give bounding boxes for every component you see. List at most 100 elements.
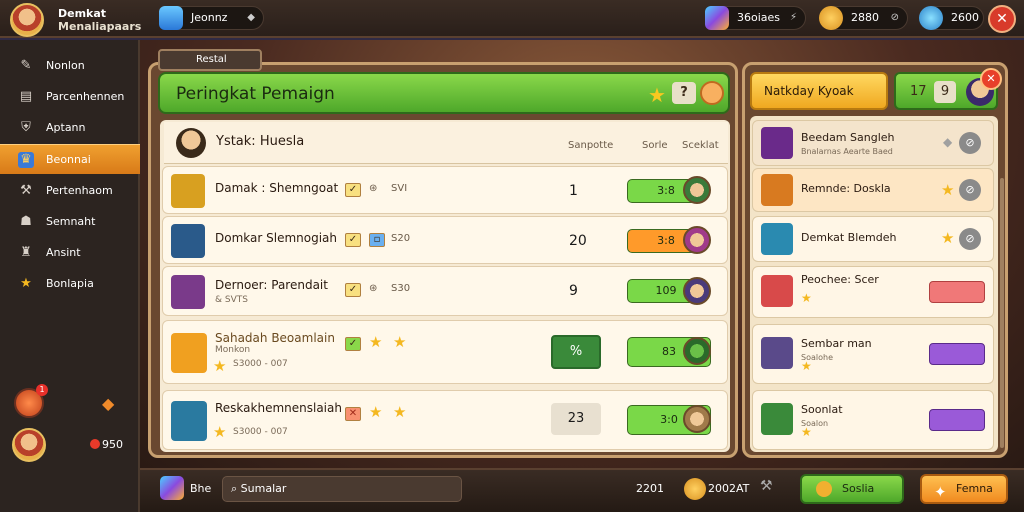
play-button[interactable]: ✦ Femna [920,474,1008,504]
cards-icon[interactable] [160,476,184,500]
table-row[interactable]: Sahadah Beoamlain Monkon ★ S3000 - 007 ✓… [162,320,728,384]
star-icon: ✦ [934,483,947,501]
sidebar-item-1[interactable]: ▤ Parcenhennen [0,82,140,112]
friend-action-button[interactable] [929,409,985,431]
resource-pill-label: Jeonnz [191,11,228,24]
profile-avatar[interactable] [12,428,46,462]
table-row[interactable]: Reskakhemnenslaiah ★ S3000 - 007 ✕ ★ ★ 2… [162,390,728,450]
cards-icon [159,6,183,30]
list-item[interactable]: Beedam Sangleh Bnalarnas Aearte Baed ◆ ⊘ [752,120,994,166]
gift-icon: ♜ [20,245,32,260]
player-stats: S3000 - 007 [233,359,288,369]
sidebar-item-label: Aptann [46,121,86,134]
gear-icon: ✎ [20,58,32,73]
table-row[interactable]: Dernoer: Parendait & SVTS ✓ ⊛ S30 9 109 [162,266,728,316]
friends-count: 17 [910,84,927,99]
star-icon: ★ [801,425,812,439]
close-icon[interactable]: ✕ [980,68,1002,90]
sidebar-item-label: Bonlapia [46,277,94,290]
player-meta: S20 [391,233,411,244]
rank-button[interactable]: 23 [551,403,601,435]
player-avatar[interactable] [10,3,44,37]
resource-pill-energy[interactable]: 2600 [919,6,984,30]
list-item[interactable]: Remnde: Doskla ★ ⊘ [752,168,994,212]
star-icon: ★ [941,181,955,199]
gem-icon: ◆ [943,135,953,149]
sidebar-item-label: Ansint [46,246,81,259]
table-row[interactable]: Domkar Slemnogiah ✓ ▫ S20 20 3:8 [162,216,728,264]
player-name: Dernoer: Parendait [215,278,328,292]
resource-pill-cards[interactable]: Jeonnz ◆ [159,6,264,30]
close-icon[interactable]: ✕ [988,5,1016,33]
star-icon: ★ [393,403,407,421]
compass-icon[interactable]: ⊘ [959,228,981,250]
sidebar-item-0[interactable]: ✎ Nonlon [0,51,140,81]
ruby-icon [90,439,100,449]
player-rank: 20 [569,233,587,249]
friends-tab[interactable]: Natkday Kyoak [750,72,888,110]
friend-name: Beedam Sangleh [801,131,895,144]
rank-button[interactable]: % [551,335,601,369]
list-item[interactable]: Sembar man Soalohe ★ [752,324,994,384]
emoji-icon[interactable] [700,81,724,105]
sidebar-item-label: Beonnai [46,153,91,166]
sidebar-item-4[interactable]: ⚒ Pertenhaom [0,176,140,206]
sidebar-coins: 950 [90,438,123,451]
sidebar-coins-value: 950 [102,438,123,451]
bottom-count: 2201 [636,482,664,495]
notification-button[interactable]: 1 [14,384,48,418]
lightning-icon: ⚡ [789,12,797,23]
gems-icon [705,6,729,30]
card-icon: ▫ [369,233,385,247]
friend-icon [761,337,793,369]
star-icon: ★ [369,403,383,421]
compass-icon[interactable]: ⊘ [959,179,981,201]
star-icon: ★ [213,357,227,375]
help-button[interactable]: ? [672,82,696,104]
social-button[interactable]: Soslia [800,474,904,504]
bottom-label: Bhe [190,482,212,495]
resource-pill-gems[interactable]: 36oiaes ⚡ [705,6,806,30]
panel-tab[interactable]: Restal [158,49,262,71]
friend-icon [761,127,793,159]
star-icon: ★ [20,276,32,291]
star-icon: ★ [369,333,383,351]
search-placeholder: Sumalar [240,482,287,495]
list-item[interactable]: Demkat Blemdeh ★ ⊘ [752,216,994,262]
compass-icon[interactable]: ⊘ [959,132,981,154]
row-avatar [683,337,711,365]
player-icon [171,401,207,441]
friend-action-button[interactable] [929,281,985,303]
leaderboard-header: Peringkat Pemaign [158,72,730,114]
search-input[interactable]: ⌕ Sumalar [222,476,462,502]
row-avatar [683,226,711,254]
friend-icon [761,403,793,435]
gems-value: 36oiaes [737,11,781,24]
page-title: Peringkat Pemaign [176,84,335,104]
meta-icon: ⊛ [369,283,378,294]
resource-pill-coins[interactable]: 2880 ⊘ [819,6,908,30]
list-item[interactable]: Soonlat Soalon ★ [752,390,994,450]
social-button-label: Soslia [842,482,875,495]
star-icon: ★ [801,359,812,373]
scrollbar[interactable] [1000,178,1004,448]
friend-action-button[interactable] [929,343,985,365]
flame-icon[interactable]: ◆ [102,394,114,413]
sidebar-item-2[interactable]: ⛨ Aptann [0,113,140,143]
column-header: Sanpotte [568,140,614,151]
hammer-icon[interactable]: ⚒ [760,478,773,494]
player-rank: 9 [569,283,578,299]
table-row[interactable]: Damak : Shemngoat ✓ ⊛ SVI 1 3:8 [162,166,728,214]
sidebar-item-7[interactable]: ★ Bonlapia [0,269,140,299]
sidebar-item-6[interactable]: ♜ Ansint [0,238,140,268]
row-avatar [683,176,711,204]
friends-count-secondary: 9 [934,81,956,103]
sidebar-item-label: Pertenhaom [46,184,113,197]
compass-icon: ⊘ [890,12,899,23]
player-meta: S30 [391,283,411,294]
player-name: Damak : Shemngoat [215,181,339,195]
list-item[interactable]: Peochee: Scer ★ [752,266,994,318]
sidebar-item-3[interactable]: ♛ Beonnai [0,144,140,174]
sidebar-item-5[interactable]: ☗ Semnaht [0,207,140,237]
search-icon: ⌕ [231,482,241,495]
